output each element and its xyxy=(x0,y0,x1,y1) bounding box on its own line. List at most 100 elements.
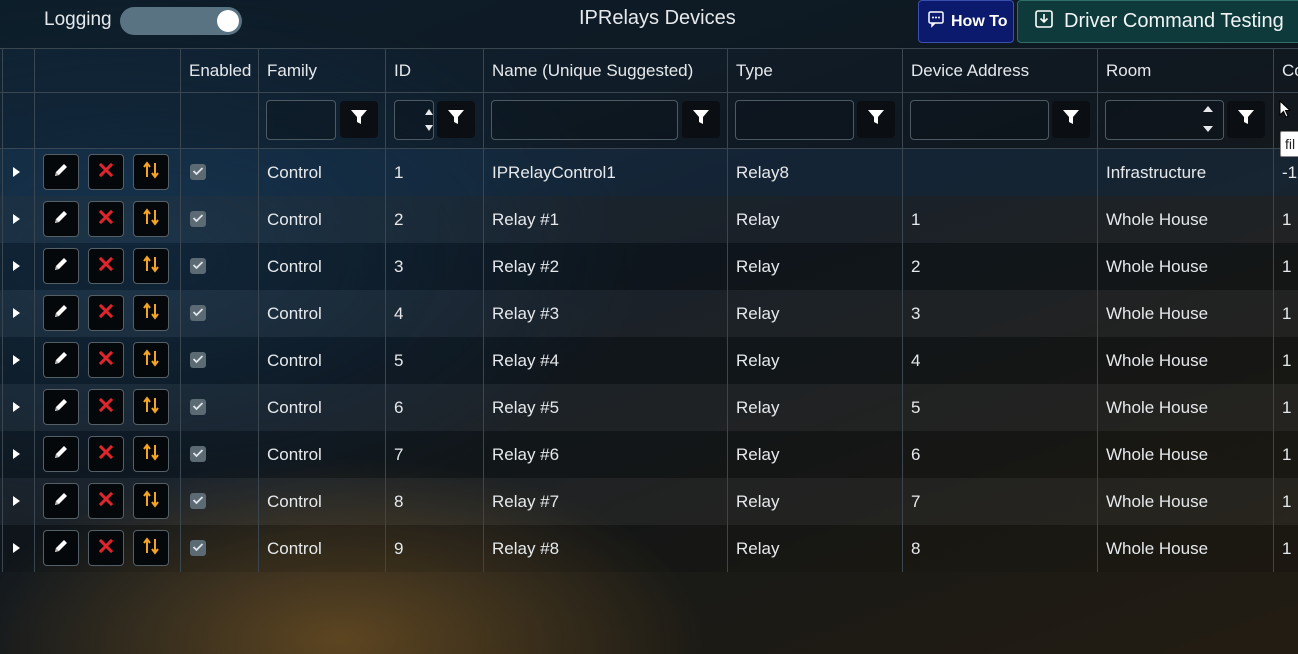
edit-button[interactable] xyxy=(43,436,79,472)
row-expand-icon[interactable] xyxy=(13,261,20,271)
family-filter-button[interactable] xyxy=(340,101,378,138)
enabled-checkbox[interactable] xyxy=(190,540,206,556)
column-header-enabled[interactable]: Enabled xyxy=(180,49,258,92)
name-filter-button[interactable] xyxy=(682,101,720,138)
enabled-checkbox[interactable] xyxy=(190,258,206,274)
delete-button[interactable] xyxy=(88,530,124,566)
how-to-button[interactable]: How To xyxy=(918,0,1014,43)
enabled-checkbox[interactable] xyxy=(190,352,206,368)
swap-arrows-icon xyxy=(142,301,160,326)
table-row[interactable]: Control 8 Relay #7 Relay 7 Whole House 1 xyxy=(0,478,1298,525)
move-button[interactable] xyxy=(133,530,169,566)
column-header-device-address[interactable]: Device Address xyxy=(902,49,1097,92)
table-row[interactable]: Control 6 Relay #5 Relay 5 Whole House 1 xyxy=(0,384,1298,431)
enabled-checkbox[interactable] xyxy=(190,446,206,462)
delete-button[interactable] xyxy=(88,436,124,472)
column-header-name[interactable]: Name (Unique Suggested) xyxy=(483,49,727,92)
swap-arrows-icon xyxy=(142,160,160,185)
edit-button[interactable] xyxy=(43,248,79,284)
device-address-filter-input[interactable] xyxy=(910,100,1049,140)
delete-button[interactable] xyxy=(88,483,124,519)
swap-arrows-icon xyxy=(142,489,160,514)
table-row[interactable]: Control 2 Relay #1 Relay 1 Whole House 1 xyxy=(0,196,1298,243)
room-cell: Whole House xyxy=(1106,350,1209,370)
edit-button[interactable] xyxy=(43,342,79,378)
table-row[interactable]: Control 1 IPRelayControl1 Relay8 Infrastruct… xyxy=(0,149,1298,196)
delete-button[interactable] xyxy=(88,295,124,331)
move-button[interactable] xyxy=(133,201,169,237)
co-cell: 1 xyxy=(1282,397,1292,417)
id-cell: 6 xyxy=(394,397,404,417)
row-expand-icon[interactable] xyxy=(13,543,20,553)
column-header-co[interactable]: Co xyxy=(1273,49,1298,92)
device-address-cell: 4 xyxy=(911,350,921,370)
delete-button[interactable] xyxy=(88,342,124,378)
edit-button[interactable] xyxy=(43,295,79,331)
move-button[interactable] xyxy=(133,342,169,378)
room-cell: Whole House xyxy=(1106,444,1209,464)
room-filter-button[interactable] xyxy=(1227,101,1265,138)
move-button[interactable] xyxy=(133,483,169,519)
co-cell: 1 xyxy=(1282,350,1292,370)
name-cell: Relay #8 xyxy=(492,538,560,558)
table-row[interactable]: Control 3 Relay #2 Relay 2 Whole House 1 xyxy=(0,243,1298,290)
table-row[interactable]: Control 9 Relay #8 Relay 8 Whole House 1 xyxy=(0,525,1298,572)
pencil-icon xyxy=(52,443,70,466)
edit-button[interactable] xyxy=(43,154,79,190)
pencil-icon xyxy=(52,208,70,231)
edit-button[interactable] xyxy=(43,389,79,425)
enabled-checkbox[interactable] xyxy=(190,164,206,180)
enabled-checkbox[interactable] xyxy=(190,493,206,509)
type-filter-input[interactable] xyxy=(735,100,854,140)
delete-button[interactable] xyxy=(88,389,124,425)
logging-toggle[interactable] xyxy=(120,7,242,35)
column-header-room[interactable]: Room xyxy=(1097,49,1273,92)
edit-button[interactable] xyxy=(43,483,79,519)
row-expand-icon[interactable] xyxy=(13,167,20,177)
enabled-checkbox[interactable] xyxy=(190,305,206,321)
row-expand-icon[interactable] xyxy=(13,449,20,459)
table-row[interactable]: Control 7 Relay #6 Relay 6 Whole House 1 xyxy=(0,431,1298,478)
column-header-family[interactable]: Family xyxy=(258,49,385,92)
filter-icon xyxy=(1062,108,1080,131)
move-button[interactable] xyxy=(133,389,169,425)
type-cell: Relay xyxy=(736,491,780,511)
move-button[interactable] xyxy=(133,248,169,284)
row-expand-icon[interactable] xyxy=(13,402,20,412)
id-filter-button[interactable] xyxy=(437,101,475,138)
room-spinner-icon[interactable] xyxy=(1193,101,1223,139)
driver-command-testing-button[interactable]: Driver Command Testing xyxy=(1017,0,1298,43)
device-address-cell: 6 xyxy=(911,444,921,464)
delete-button[interactable] xyxy=(88,154,124,190)
device-address-cell: 8 xyxy=(911,538,921,558)
close-icon xyxy=(98,444,114,465)
row-expand-icon[interactable] xyxy=(13,308,20,318)
column-header-id[interactable]: ID xyxy=(385,49,483,92)
edit-button[interactable] xyxy=(43,530,79,566)
swap-arrows-icon xyxy=(142,442,160,467)
move-button[interactable] xyxy=(133,436,169,472)
row-expand-icon[interactable] xyxy=(13,355,20,365)
edit-button[interactable] xyxy=(43,201,79,237)
type-cell: Relay xyxy=(736,209,780,229)
name-filter-input[interactable] xyxy=(491,100,678,140)
row-expand-icon[interactable] xyxy=(13,214,20,224)
device-address-filter-button[interactable] xyxy=(1052,101,1090,138)
pencil-icon xyxy=(52,537,70,560)
move-button[interactable] xyxy=(133,295,169,331)
family-cell: Control xyxy=(267,209,322,229)
family-cell: Control xyxy=(267,256,322,276)
table-row[interactable]: Control 5 Relay #4 Relay 4 Whole House 1 xyxy=(0,337,1298,384)
enabled-checkbox[interactable] xyxy=(190,211,206,227)
name-cell: Relay #4 xyxy=(492,350,560,370)
column-header-type[interactable]: Type xyxy=(727,49,902,92)
delete-button[interactable] xyxy=(88,248,124,284)
filter-tooltip: fil xyxy=(1280,131,1298,157)
type-filter-button[interactable] xyxy=(857,101,895,138)
row-expand-icon[interactable] xyxy=(13,496,20,506)
family-filter-input[interactable] xyxy=(266,100,336,140)
delete-button[interactable] xyxy=(88,201,124,237)
move-button[interactable] xyxy=(133,154,169,190)
enabled-checkbox[interactable] xyxy=(190,399,206,415)
table-row[interactable]: Control 4 Relay #3 Relay 3 Whole House 1 xyxy=(0,290,1298,337)
